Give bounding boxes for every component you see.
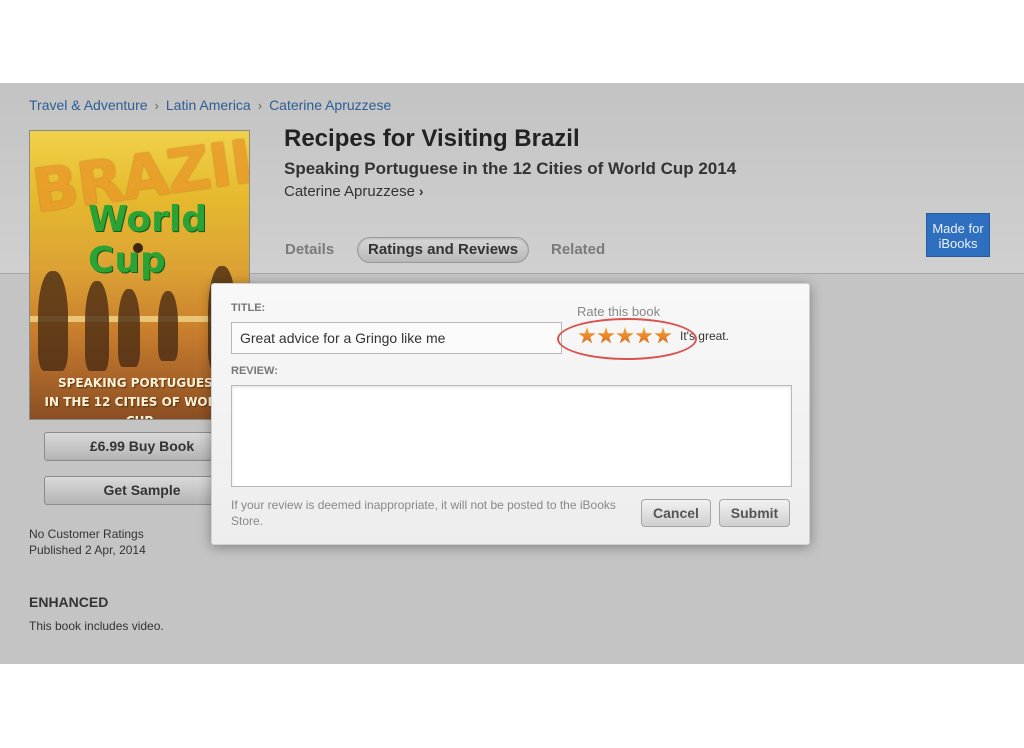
rating-description: It's great. — [680, 329, 729, 343]
player-silhouette — [118, 289, 140, 367]
breadcrumb-item-author[interactable]: Caterine Apruzzese — [269, 97, 391, 113]
tab-details[interactable]: Details — [285, 238, 334, 262]
star-icon[interactable] — [635, 327, 653, 344]
chevron-right-icon: › — [418, 183, 424, 199]
enhanced-note: This book includes video. — [29, 619, 164, 633]
chevron-right-icon: › — [257, 98, 263, 113]
review-title-input[interactable]: Great advice for a Gringo like me — [231, 322, 562, 354]
review-disclaimer: If your review is deemed inappropriate, … — [231, 498, 616, 528]
star-icon[interactable] — [597, 327, 615, 344]
star-icon[interactable] — [616, 327, 634, 344]
star-icon[interactable] — [654, 327, 672, 344]
publish-date: Published 2 Apr, 2014 — [29, 543, 146, 557]
author-link[interactable]: Caterine Apruzzese › — [284, 183, 424, 200]
submit-button[interactable]: Submit — [719, 499, 790, 527]
title-label: TITLE: — [231, 302, 266, 314]
tab-related[interactable]: Related — [551, 238, 605, 262]
breadcrumb-item-travel[interactable]: Travel & Adventure — [29, 97, 148, 113]
made-for-ibooks-badge: Made for iBooks — [926, 213, 990, 257]
football-icon — [133, 243, 143, 253]
rate-this-book-label: Rate this book — [577, 304, 661, 319]
enhanced-heading: ENHANCED — [29, 594, 109, 610]
review-textarea[interactable] — [231, 385, 792, 487]
star-rating[interactable] — [578, 325, 673, 347]
divider — [44, 459, 238, 460]
breadcrumb-item-latin-america[interactable]: Latin America — [166, 97, 251, 113]
cancel-button[interactable]: Cancel — [641, 499, 711, 527]
tab-ratings-and-reviews[interactable]: Ratings and Reviews — [357, 237, 530, 263]
write-review-dialog: TITLE: Great advice for a Gringo like me… — [211, 283, 810, 545]
star-icon[interactable] — [578, 327, 596, 344]
chevron-right-icon: › — [154, 98, 159, 113]
player-silhouette — [158, 291, 178, 361]
player-silhouette — [85, 281, 109, 371]
book-title: Recipes for Visiting Brazil — [284, 125, 580, 152]
breadcrumb: Travel & Adventure › Latin America › Caterin… — [29, 97, 391, 113]
player-silhouette — [38, 271, 68, 371]
ratings-count: No Customer Ratings — [29, 527, 144, 541]
book-subtitle: Speaking Portuguese in the 12 Cities of … — [284, 159, 737, 178]
review-label: REVIEW: — [231, 365, 278, 377]
